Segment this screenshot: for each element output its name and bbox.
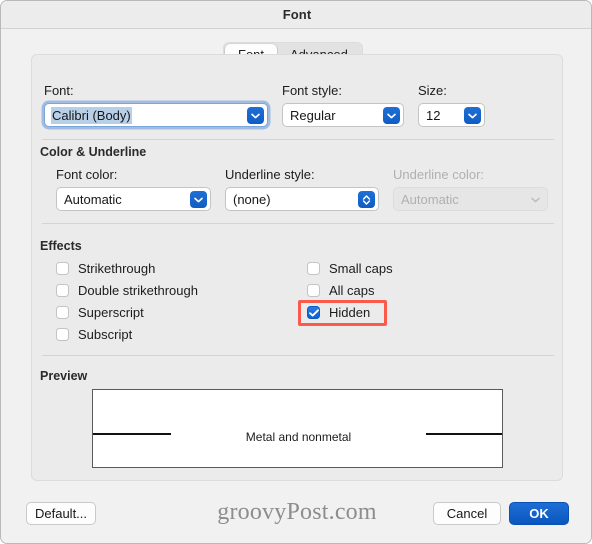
cancel-button[interactable]: Cancel: [433, 502, 501, 525]
font-style-value: Regular: [290, 107, 336, 123]
preview-box: Metal and nonmetal: [92, 389, 503, 468]
chevron-down-icon[interactable]: [464, 107, 481, 124]
checkbox-strikethrough[interactable]: Strikethrough: [56, 261, 155, 276]
chevron-up-down-icon[interactable]: [358, 191, 375, 208]
checkbox-hidden[interactable]: Hidden: [307, 305, 370, 320]
checkbox-box[interactable]: [56, 306, 69, 319]
underline-style-label: Underline style:: [225, 167, 315, 182]
font-color-label: Font color:: [56, 167, 118, 182]
checkbox-double-strikethrough[interactable]: Double strikethrough: [56, 283, 198, 298]
checkbox-label: Strikethrough: [78, 261, 156, 276]
font-style-combobox[interactable]: Regular: [282, 103, 404, 127]
window-title: Font: [282, 7, 312, 22]
title-bar: Font: [1, 1, 591, 29]
font-color-combobox[interactable]: Automatic: [56, 187, 211, 211]
underline-color-combobox: Automatic: [393, 187, 548, 211]
checkbox-box[interactable]: [307, 262, 320, 275]
checkbox-subscript[interactable]: Subscript: [56, 327, 132, 342]
checkbox-box[interactable]: [56, 262, 69, 275]
color-underline-heading: Color & Underline: [40, 145, 147, 159]
ok-button-label: OK: [529, 506, 549, 521]
preview-heading: Preview: [40, 369, 88, 383]
cancel-button-label: Cancel: [446, 506, 488, 521]
underline-style-combobox[interactable]: (none): [225, 187, 379, 211]
font-value: Calibri (Body): [51, 106, 132, 124]
size-label: Size:: [418, 83, 447, 98]
size-combobox[interactable]: 12: [418, 103, 485, 127]
checkbox-label: Double strikethrough: [78, 283, 198, 298]
underline-color-label: Underline color:: [393, 167, 485, 182]
effects-heading: Effects: [40, 239, 82, 253]
checkbox-label: Superscript: [78, 305, 144, 320]
checkbox-label: Subscript: [78, 327, 133, 342]
chevron-down-icon[interactable]: [383, 107, 400, 124]
chevron-down-icon: [527, 191, 544, 208]
checkbox-all-caps[interactable]: All caps: [307, 283, 375, 298]
chevron-down-icon[interactable]: [190, 191, 207, 208]
font-label: Font:: [44, 83, 74, 98]
checkbox-box[interactable]: [307, 284, 320, 297]
size-value: 12: [426, 107, 441, 123]
chevron-down-icon[interactable]: [247, 107, 264, 124]
divider-effects: [42, 355, 554, 356]
checkbox-box[interactable]: [307, 306, 320, 319]
checkbox-superscript[interactable]: Superscript: [56, 305, 144, 320]
divider-color-underline: [42, 223, 554, 224]
checkbox-label: All caps: [329, 283, 375, 298]
checkbox-small-caps[interactable]: Small caps: [307, 261, 393, 276]
checkbox-label: Small caps: [329, 261, 393, 276]
underline-color-value: Automatic: [401, 191, 459, 207]
checkbox-box[interactable]: [56, 284, 69, 297]
watermark: groovyPost.com: [217, 499, 377, 525]
font-color-value: Automatic: [64, 191, 122, 207]
checkbox-box[interactable]: [56, 328, 69, 341]
font-style-label: Font style:: [282, 83, 342, 98]
font-dialog-window: Font Font Advanced Font: Calibri (Body) …: [0, 0, 592, 544]
ok-button[interactable]: OK: [509, 502, 569, 525]
underline-style-value: (none): [233, 191, 271, 207]
font-combobox[interactable]: Calibri (Body): [44, 103, 268, 127]
checkbox-label: Hidden: [329, 305, 371, 320]
preview-text: Metal and nonmetal: [245, 430, 352, 444]
divider-font: [42, 139, 554, 140]
